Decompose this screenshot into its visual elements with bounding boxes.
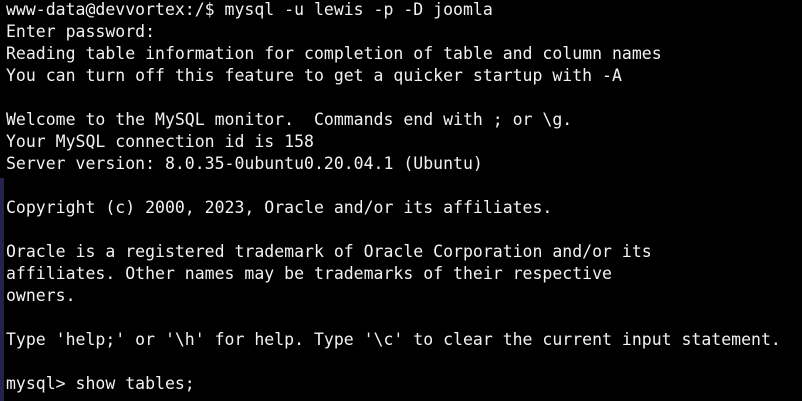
mysql-prompt-line[interactable]: mysql> show tables;	[6, 373, 781, 395]
password-prompt-line: Enter password:	[6, 22, 156, 41]
output-line: Welcome to the MySQL monitor. Commands e…	[6, 110, 573, 129]
terminal-window[interactable]: www-data@devvortex:/$ mysql -u lewis -p …	[0, 0, 802, 401]
edge-bar	[0, 178, 4, 401]
shell-command-line: www-data@devvortex:/$ mysql -u lewis -p …	[6, 0, 493, 19]
terminal-output: www-data@devvortex:/$ mysql -u lewis -p …	[6, 0, 781, 395]
output-line: owners.	[6, 286, 76, 305]
output-line: Your MySQL connection id is 158	[6, 132, 314, 151]
output-line: Reading table information for completion…	[6, 44, 662, 63]
output-line: Copyright (c) 2000, 2023, Oracle and/or …	[6, 198, 553, 217]
output-line: Type 'help;' or '\h' for help. Type '\c'…	[6, 330, 781, 349]
output-line: Oracle is a registered trademark of Orac…	[6, 242, 652, 261]
output-line: affiliates. Other names may be trademark…	[6, 264, 612, 283]
output-line: You can turn off this feature to get a q…	[6, 66, 622, 85]
output-line: Server version: 8.0.35-0ubuntu0.20.04.1 …	[6, 154, 483, 173]
